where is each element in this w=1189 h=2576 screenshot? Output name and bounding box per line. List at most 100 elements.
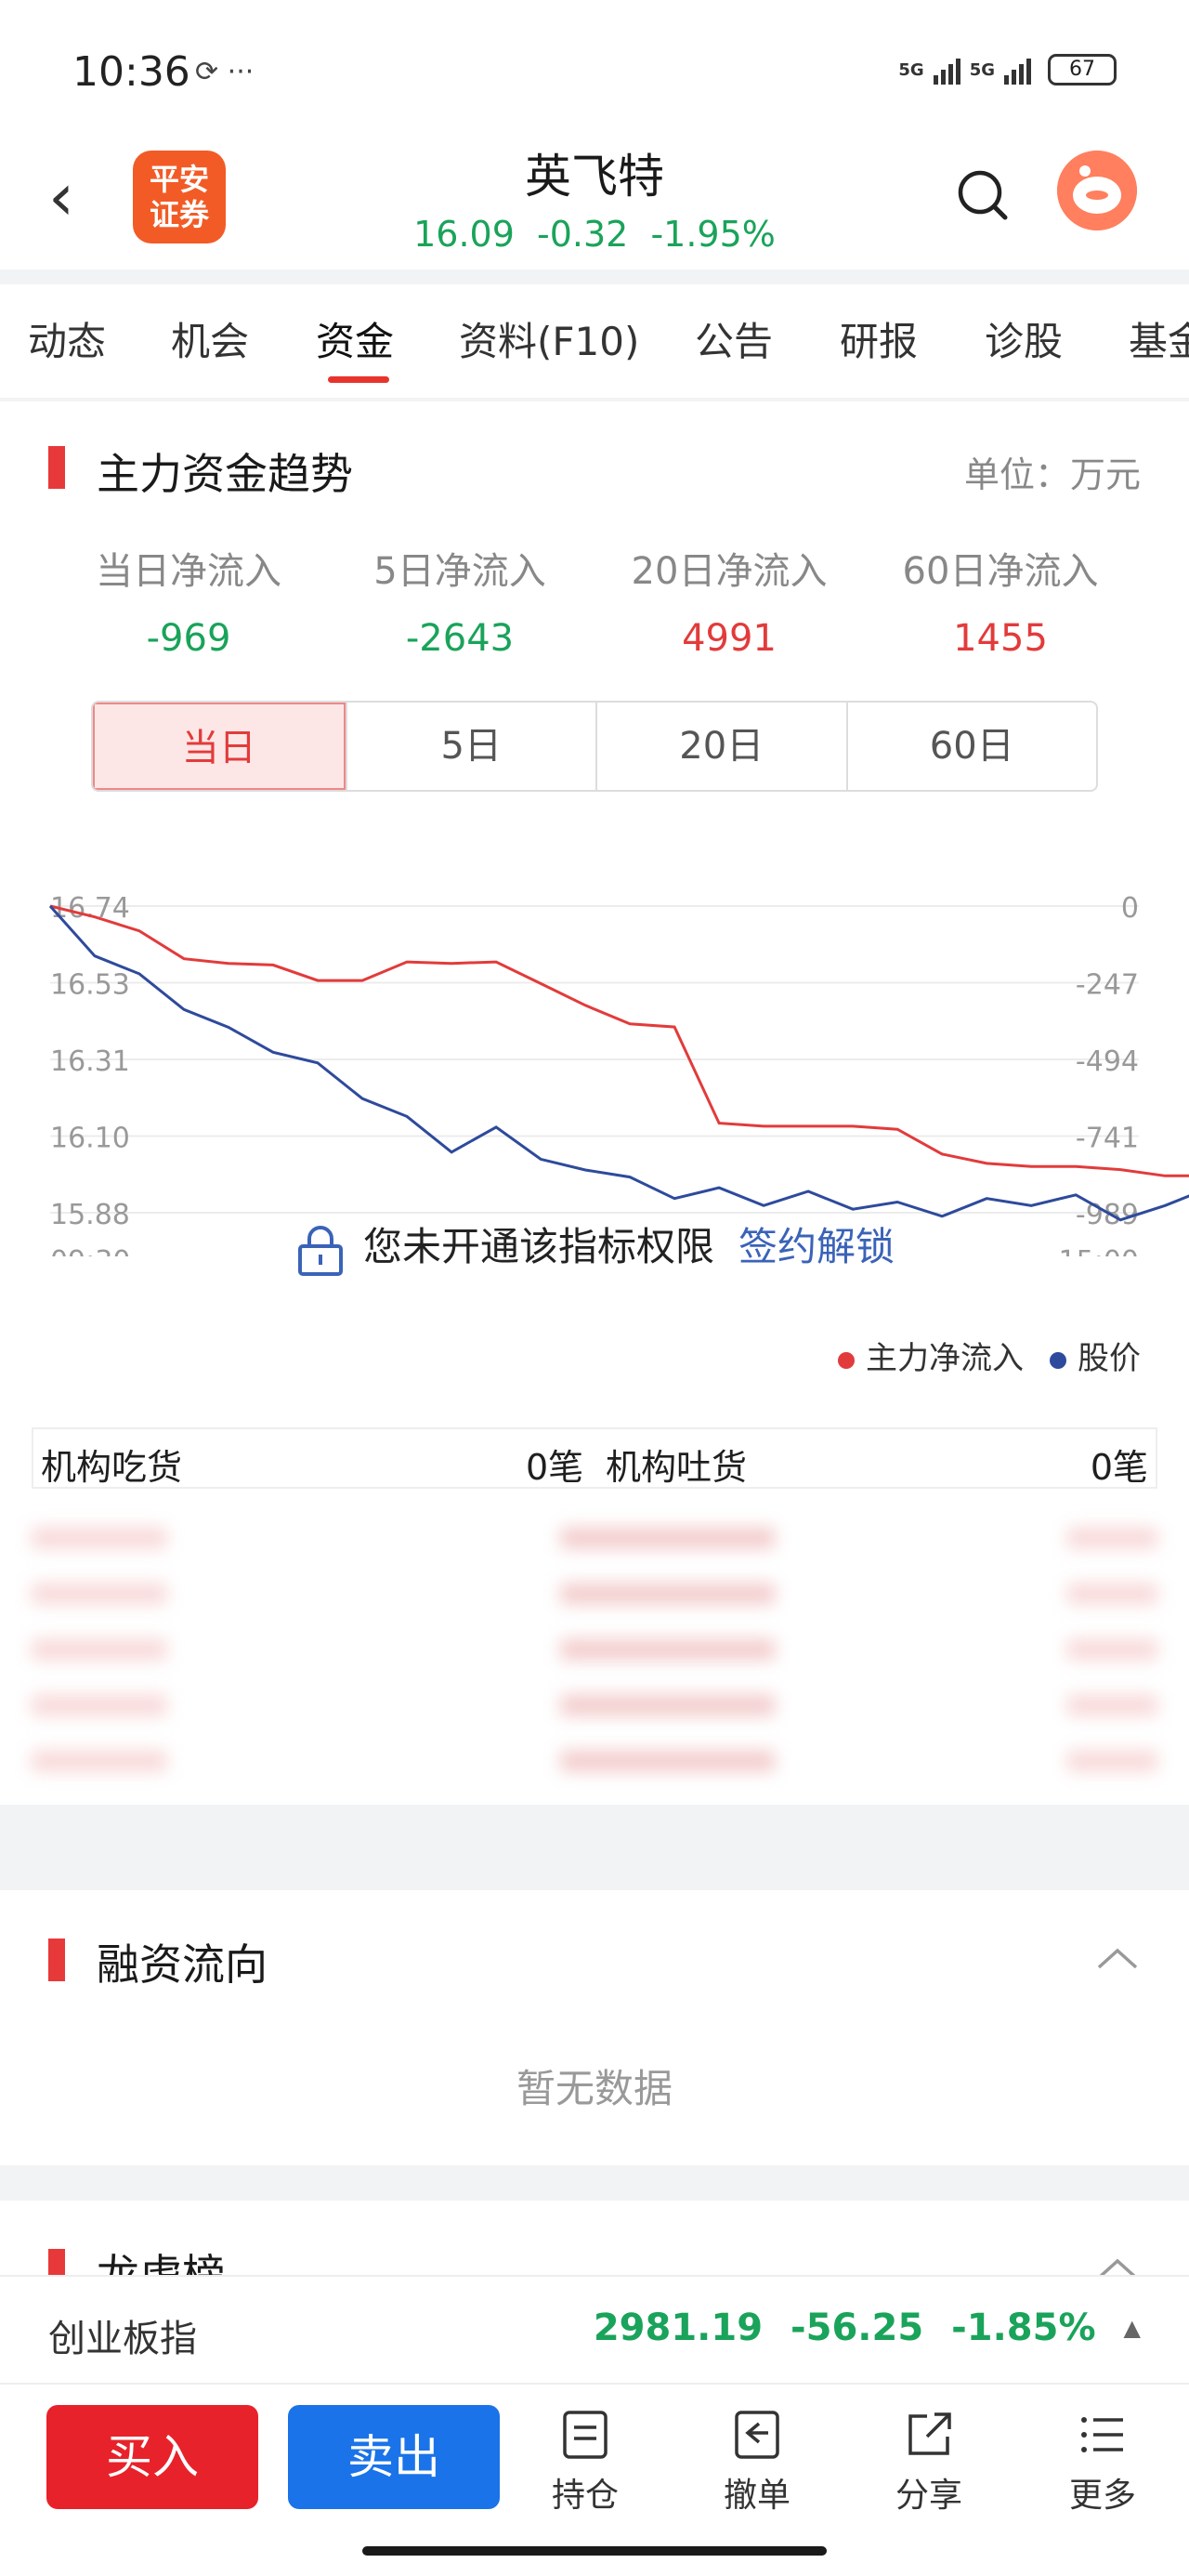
- stock-change-pct: -1.95%: [650, 214, 776, 255]
- sell-button[interactable]: 卖出: [288, 2405, 500, 2509]
- unit-label: 单位：万元: [963, 454, 1141, 495]
- period-60d[interactable]: 60日: [845, 703, 1097, 790]
- y-right-tick: 0: [1121, 892, 1139, 925]
- index-value: 2981.19: [593, 2307, 764, 2349]
- lock-icon: [297, 1225, 343, 1276]
- inst-eat-count: 0笔: [526, 1447, 584, 1488]
- tab-fund[interactable]: 基金: [1129, 310, 1189, 367]
- legend-price: 股价: [1050, 1333, 1141, 1378]
- margin-flow-card: 融资流向 暂无数据: [0, 1890, 1189, 2165]
- position-label: 持仓: [551, 2477, 619, 2515]
- index-ticker[interactable]: 创业板指 2981.19 -56.25 -1.85% ▲: [0, 2275, 1189, 2383]
- battery-icon: 67: [1048, 54, 1117, 85]
- index-name: 创业板指: [48, 2318, 197, 2360]
- index-change: -56.25: [790, 2307, 924, 2349]
- series-main-flow-line: [49, 904, 1189, 1177]
- institution-row: 机构吃货 0笔 机构吐货 0笔: [32, 1427, 1157, 1489]
- flow-value-60d: 1455: [953, 617, 1048, 660]
- period-selector: 当日 5日 20日 60日: [91, 701, 1098, 792]
- legend-price-label: 股价: [1078, 1340, 1141, 1377]
- flow-value-20d: 4991: [682, 617, 777, 660]
- tab-diagnose[interactable]: 诊股: [985, 310, 1063, 367]
- signal-5g-label: 5G: [898, 59, 924, 80]
- margin-title: 融资流向: [97, 1939, 268, 1990]
- chart-legend: 主力净流入 股价: [838, 1333, 1141, 1378]
- more-icon: [1081, 2417, 1123, 2452]
- legend-main-flow-label: 主力净流入: [866, 1340, 1024, 1377]
- flow-label-20d: 20日净流入: [631, 550, 828, 593]
- cancel-order-icon: [735, 2411, 779, 2459]
- section-marker: [48, 2249, 65, 2275]
- stock-price: 16.09: [413, 214, 515, 255]
- status-time: 10:36: [72, 48, 190, 96]
- stock-quote: 16.09 -0.32 -1.95%: [0, 214, 1189, 255]
- period-20d[interactable]: 20日: [595, 703, 846, 790]
- y-left-tick: 16.10: [50, 1123, 130, 1155]
- status-indicators: 5G 5G 67: [898, 54, 1117, 85]
- tab-bar: 动态 机会 资金 资料(F10) 公告 研报 诊股 基金: [0, 284, 1189, 398]
- y-right-tick: -247: [1076, 969, 1139, 1002]
- inst-eat-label: 机构吃货: [41, 1447, 183, 1488]
- tab-opportunity[interactable]: 机会: [171, 310, 249, 367]
- y-left-tick: 16.53: [50, 969, 130, 1002]
- inst-spit-label: 机构吐货: [606, 1447, 748, 1488]
- flow-label-60d: 60日净流入: [902, 550, 1099, 593]
- stock-name: 英飞特: [525, 150, 664, 204]
- stock-change: -0.32: [537, 214, 629, 255]
- home-indicator[interactable]: [362, 2546, 827, 2556]
- dragon-tiger-card: 龙虎榜: [0, 2201, 1189, 2275]
- status-notification-icons: ⟳ ···: [195, 56, 255, 88]
- legend-dot-red: [838, 1351, 855, 1369]
- share-icon: [908, 2412, 951, 2455]
- index-pct: -1.85%: [951, 2307, 1096, 2349]
- buy-button[interactable]: 买入: [46, 2405, 258, 2509]
- legend-dot-blue: [1050, 1351, 1066, 1369]
- sign-unlock-link[interactable]: 签约解锁: [738, 1224, 895, 1269]
- share-label: 分享: [895, 2477, 962, 2515]
- series-price-line: [48, 905, 1189, 1222]
- chevron-up-icon[interactable]: [1094, 2254, 1141, 2275]
- y-right-tick: -741: [1076, 1123, 1139, 1155]
- position-button[interactable]: 持仓: [534, 2409, 636, 2517]
- period-day[interactable]: 当日: [93, 703, 346, 790]
- y-left-tick: 16.31: [50, 1045, 130, 1078]
- capital-flow-chart[interactable]: 16.74 016.53 -24716.31 -49416.10 -74115.88 -9…: [0, 866, 1189, 1256]
- permission-message: 您未开通该指标权限: [362, 1224, 714, 1269]
- signal-icon: [933, 55, 960, 85]
- flow-value-5d: -2643: [405, 617, 515, 660]
- tab-research[interactable]: 研报: [840, 310, 918, 367]
- more-button[interactable]: 更多: [1052, 2409, 1154, 2517]
- index-values: 2981.19 -56.25 -1.85% ▲: [594, 2307, 1141, 2349]
- chevron-up-icon[interactable]: [1094, 1944, 1141, 1972]
- stock-header: ‹ 平安 证券 英飞特 16.09 -0.32 -1.95%: [0, 139, 1189, 269]
- active-tab-indicator: [328, 376, 389, 383]
- tab-dynamic[interactable]: 动态: [28, 310, 106, 367]
- locked-data-preview: [32, 1492, 1157, 1799]
- expand-up-icon[interactable]: ▲: [1124, 2315, 1141, 2341]
- status-bar: 10:36 ⟳ ··· 5G 5G 67: [0, 0, 1189, 139]
- signal-icon-2: [1004, 55, 1031, 85]
- y-right-tick: -494: [1076, 1045, 1139, 1078]
- period-5d[interactable]: 5日: [345, 703, 596, 790]
- flow-label-day: 当日净流入: [96, 550, 281, 593]
- flow-value-day: -969: [146, 617, 231, 660]
- capital-title: 主力资金趋势: [97, 449, 353, 499]
- tab-announcement[interactable]: 公告: [695, 310, 773, 367]
- capital-trend-card: 主力资金趋势 单位：万元 当日净流入 5日净流入 20日净流入 60日净流入 -…: [0, 401, 1189, 1805]
- search-icon[interactable]: [955, 167, 1011, 223]
- share-button[interactable]: 分享: [878, 2409, 980, 2517]
- section-marker: [48, 446, 65, 489]
- section-marker: [48, 1939, 65, 1981]
- more-label: 更多: [1068, 2477, 1136, 2515]
- signal-5g-label-2: 5G: [969, 59, 995, 80]
- permission-notice: 您未开通该指标权限 签约解锁: [0, 1216, 1189, 1276]
- cancel-order-button[interactable]: 撤单: [706, 2409, 808, 2517]
- legend-main-flow: 主力净流入: [838, 1333, 1024, 1378]
- tab-f10[interactable]: 资料(F10): [459, 310, 639, 367]
- margin-empty-text: 暂无数据: [516, 2066, 673, 2111]
- assistant-avatar-icon[interactable]: [1057, 151, 1137, 230]
- tab-capital[interactable]: 资金: [316, 310, 394, 367]
- position-icon: [563, 2411, 608, 2459]
- flow-label-5d: 5日净流入: [373, 550, 546, 593]
- inst-spit-count: 0笔: [1090, 1447, 1148, 1488]
